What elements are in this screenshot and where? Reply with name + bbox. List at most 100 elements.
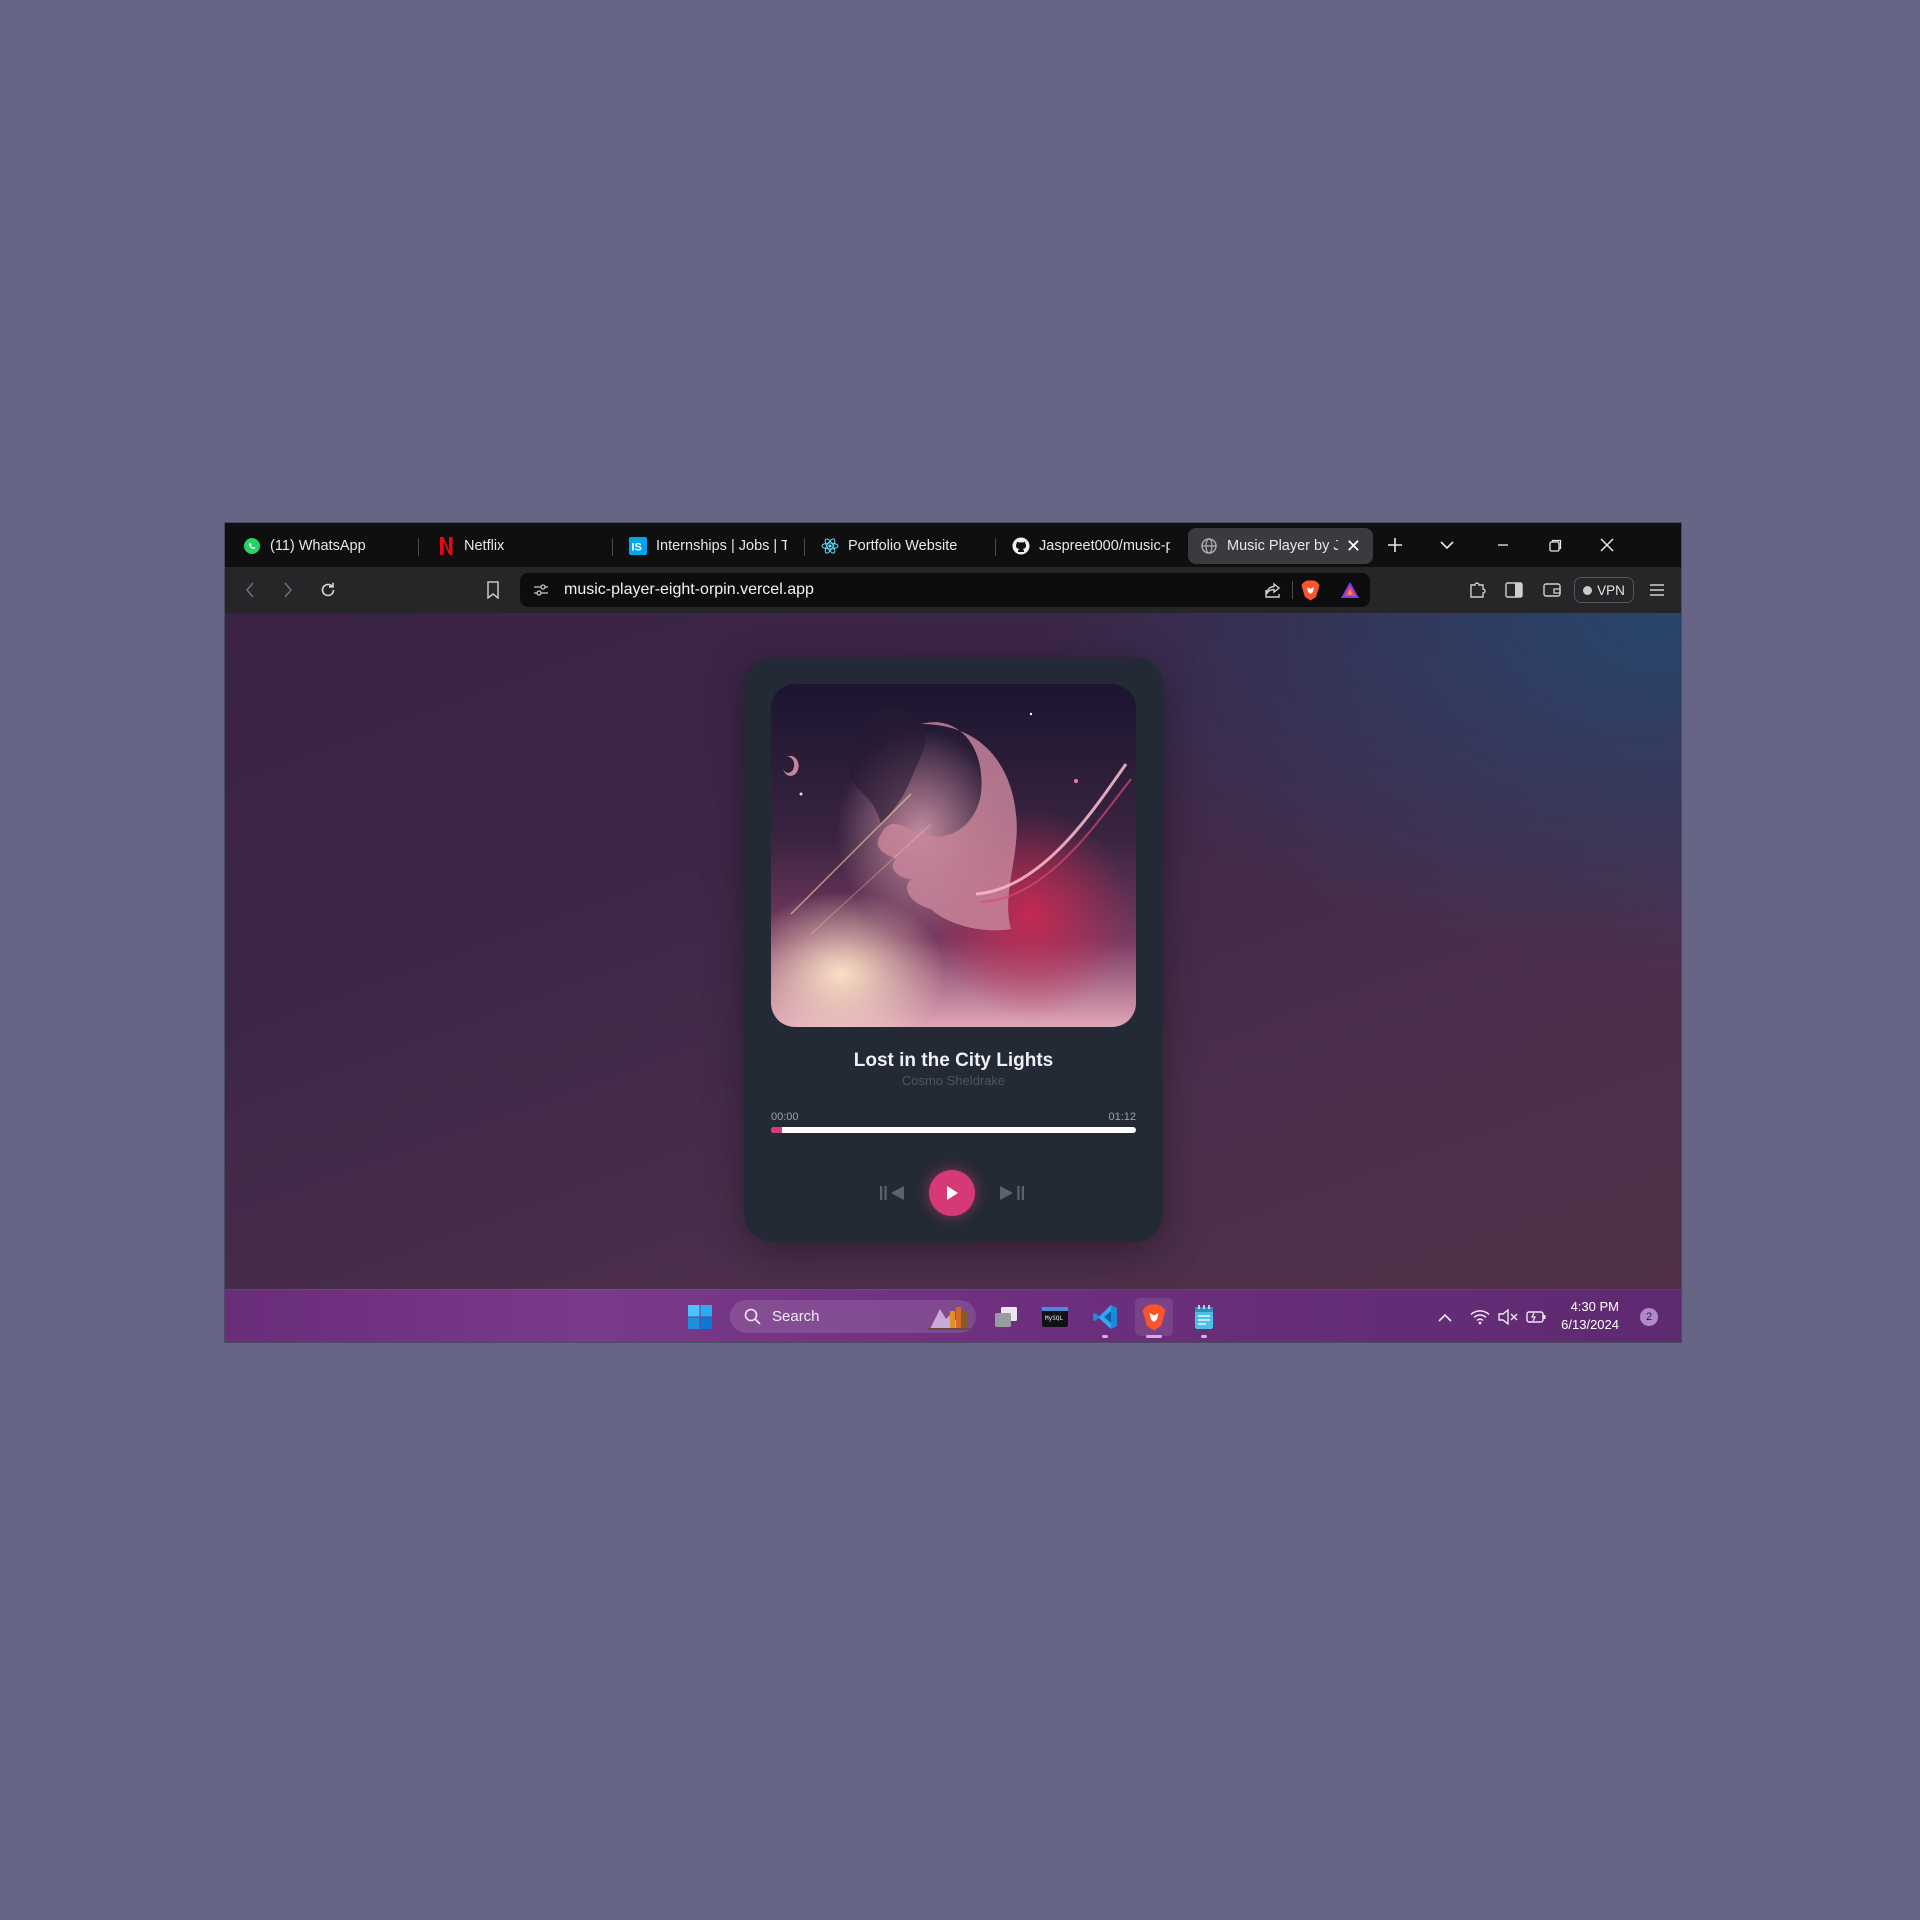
url-divider [1292, 581, 1293, 599]
tab-title: Music Player by Ja [1227, 538, 1338, 554]
vscode-icon [1093, 1305, 1117, 1329]
browser-toolbar: music-player-eight-orpin.vercel.app VPN [225, 567, 1681, 613]
clock-time: 4:30 PM [1570, 1299, 1619, 1314]
wallet-icon [1543, 583, 1561, 597]
new-tab-button[interactable] [1377, 523, 1413, 567]
brave-browser-icon [1142, 1304, 1166, 1330]
tab-title: (11) WhatsApp [270, 538, 366, 554]
tab-title: Internships | Jobs | Trai [656, 538, 787, 554]
vpn-label: VPN [1597, 582, 1625, 598]
tab-title: Netflix [464, 538, 505, 554]
chevron-up-icon [1438, 1313, 1452, 1322]
vpn-status-icon [1583, 585, 1593, 595]
internshala-icon: IS [629, 537, 647, 555]
search-highlight-icon [926, 1303, 972, 1336]
netflix-icon [437, 537, 455, 555]
extensions-button[interactable] [1460, 567, 1494, 613]
active-indicator [1146, 1335, 1162, 1338]
album-cover-image [771, 684, 1136, 1027]
wallet-button[interactable] [1535, 567, 1569, 613]
taskbar-brave[interactable] [1135, 1298, 1173, 1338]
restore-button[interactable] [1532, 523, 1578, 567]
brave-rewards-icon[interactable] [1340, 581, 1360, 604]
bookmark-button[interactable] [476, 567, 510, 613]
tab-netflix[interactable]: Netflix [425, 528, 605, 564]
vpn-button[interactable]: VPN [1574, 577, 1634, 603]
clock-date: 6/13/2024 [1561, 1317, 1619, 1332]
music-player-card: Lost in the City Lights Cosmo Sheldrake … [744, 657, 1163, 1242]
puzzle-icon [1470, 582, 1486, 598]
duration-time: 01:12 [1108, 1111, 1136, 1123]
taskbar-search[interactable]: Search [730, 1300, 976, 1333]
progress-bar[interactable] [771, 1127, 1136, 1133]
whatsapp-icon [243, 537, 261, 555]
tab-separator [804, 538, 805, 556]
running-indicator [1102, 1335, 1108, 1338]
play-icon [947, 1186, 958, 1200]
tab-title: Jaspreet000/music-play [1039, 538, 1170, 554]
close-tab-icon[interactable]: ✕ [1338, 536, 1361, 557]
previous-icon [880, 1186, 904, 1200]
taskbar-task-view[interactable] [987, 1298, 1025, 1336]
react-icon [821, 537, 839, 555]
close-window-button[interactable] [1584, 523, 1630, 567]
running-indicator [1201, 1335, 1207, 1338]
current-time: 00:00 [771, 1111, 799, 1123]
forward-button[interactable] [271, 567, 305, 613]
taskbar-notepad[interactable] [1185, 1298, 1223, 1338]
url-text: music-player-eight-orpin.vercel.app [564, 581, 814, 598]
site-settings-icon[interactable] [533, 582, 549, 603]
taskbar-vscode[interactable] [1086, 1298, 1124, 1338]
bookmark-icon [487, 581, 499, 599]
next-icon [1000, 1186, 1024, 1200]
tab-whatsapp[interactable]: (11) WhatsApp [231, 528, 401, 564]
previous-track-button[interactable] [877, 1178, 907, 1208]
minimize-icon [1498, 544, 1508, 546]
reload-button[interactable] [311, 567, 345, 613]
share-icon[interactable] [1264, 581, 1282, 604]
play-button[interactable] [929, 1170, 975, 1216]
windows-taskbar: Search MySQL 4:30 PM 6/13/2024 2 [225, 1289, 1681, 1342]
chevron-down-icon [1440, 541, 1454, 550]
desktop-screen: (11) WhatsApp Netflix IS Internships | J… [225, 523, 1681, 1342]
notepad-icon [1195, 1305, 1213, 1329]
tab-github[interactable]: Jaspreet000/music-play [1000, 528, 1182, 564]
windows-start-icon [688, 1305, 712, 1329]
hamburger-menu-icon [1650, 584, 1664, 596]
back-arrow-icon [245, 582, 254, 598]
tab-portfolio[interactable]: Portfolio Website [809, 528, 995, 564]
minimize-button[interactable] [1480, 523, 1526, 567]
menu-button[interactable] [1640, 567, 1674, 613]
reload-icon [321, 582, 335, 597]
track-artist: Cosmo Sheldrake [901, 1073, 1006, 1088]
search-placeholder: Search [772, 1308, 820, 1325]
globe-icon [1200, 537, 1218, 555]
tab-title: Portfolio Website [848, 538, 958, 554]
taskbar-clock[interactable]: 4:30 PM 6/13/2024 [1559, 1298, 1619, 1334]
task-view-icon [995, 1307, 1017, 1327]
start-button[interactable] [681, 1298, 719, 1336]
next-track-button[interactable] [997, 1178, 1027, 1208]
address-bar[interactable]: music-player-eight-orpin.vercel.app [520, 573, 1370, 607]
tab-separator [418, 538, 419, 556]
notification-badge[interactable]: 2 [1640, 1308, 1658, 1326]
svg-text:IS: IS [632, 542, 642, 554]
svg-text:MySQL: MySQL [1045, 1315, 1063, 1322]
wifi-icon [1470, 1310, 1490, 1325]
show-hidden-icons-button[interactable] [1431, 1298, 1459, 1336]
tab-internshala[interactable]: IS Internships | Jobs | Trai [617, 528, 799, 564]
terminal-icon: MySQL [1042, 1307, 1068, 1327]
tab-separator [612, 538, 613, 556]
back-button[interactable] [233, 567, 267, 613]
tab-music-player[interactable]: Music Player by Ja ✕ [1188, 528, 1373, 564]
tab-search-button[interactable] [1429, 523, 1465, 567]
browser-tab-strip: (11) WhatsApp Netflix IS Internships | J… [225, 523, 1681, 567]
search-icon [744, 1308, 761, 1330]
track-title: Lost in the City Lights [853, 1050, 1054, 1071]
restore-icon [1548, 539, 1561, 552]
sidebar-button[interactable] [1497, 567, 1531, 613]
system-tray-quick-settings[interactable] [1463, 1298, 1553, 1336]
brave-shields-icon[interactable] [1301, 580, 1320, 606]
taskbar-terminal[interactable]: MySQL [1036, 1298, 1074, 1336]
progress-fill [771, 1127, 782, 1133]
